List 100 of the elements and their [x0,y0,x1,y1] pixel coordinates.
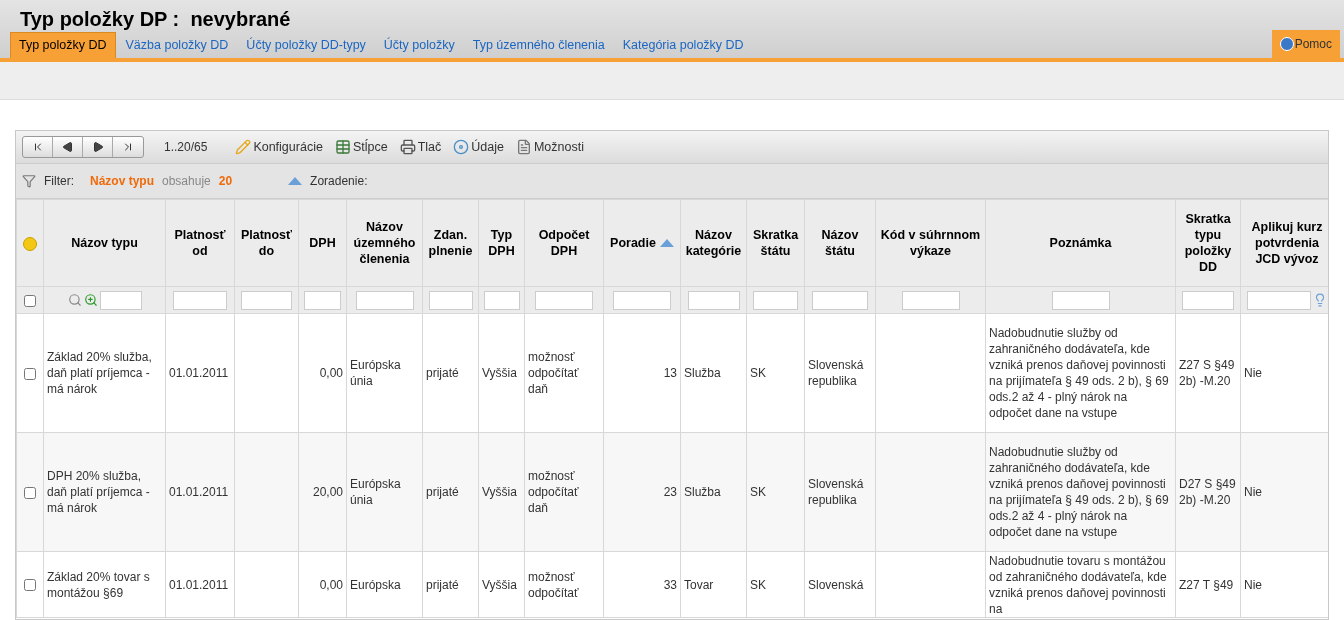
column-filter-field[interactable] [172,290,228,310]
row-checkbox[interactable] [24,486,36,499]
table-cell: 01.01.2011 [169,577,229,592]
table-cell: možnosť odpočítať daň [528,469,579,515]
last-page-icon [122,141,134,153]
column-filter-field[interactable] [901,290,960,310]
table-cell: Tovar [684,577,714,592]
row-checkbox[interactable] [24,579,36,592]
table-cell: možnosť odpočítať [528,569,579,600]
printer-icon [399,139,416,155]
filter-operator: obsahuje [162,173,211,190]
table-cell: D27 S §49 2b) -M.20 [1179,477,1236,507]
column-filter-field[interactable] [303,290,342,310]
table-cell: Služba [684,485,721,499]
column-header[interactable]: Platnosť od [165,199,235,287]
table-cell: 01.01.2011 [169,485,229,499]
table-cell: Z27 S §49 2b) -M.20 [1179,358,1235,388]
column-filter-field[interactable] [812,290,868,310]
column-filter-field[interactable] [355,290,414,310]
search-icon[interactable] [67,293,82,307]
table-cell: možnosť odpočítať daň [528,350,579,396]
table-cell: 33 [663,577,677,592]
column-filter-field[interactable] [99,290,142,310]
column-header[interactable]: Názov územného členenia [346,199,423,287]
filter-label: Filter: [44,173,74,190]
column-header[interactable]: Zdan. plnenie [422,199,479,287]
column-header[interactable]: Platnosť do [234,199,299,287]
tab[interactable]: Účty položky [375,32,463,58]
column-filter-field[interactable] [1182,290,1234,310]
table-cell: Z27 T §49 [1179,577,1234,592]
toolbar-button[interactable]: Stĺpce [334,137,388,157]
document-icon [515,139,532,155]
table-cell: Európska únia [350,358,401,388]
column-filter-field[interactable] [1247,290,1311,310]
toolbar-button[interactable]: Údaje [453,137,504,157]
table-cell: Nie [1244,366,1262,380]
table-cell: prijaté [426,366,459,380]
toolbar-button[interactable]: Tlač [399,137,442,157]
help-icon [1279,37,1294,51]
table-cell: Vyššia [482,577,517,592]
select-all-checkbox[interactable] [24,294,36,307]
table-cell: SK [750,485,766,499]
table-cell: Slovenská republika [808,477,864,507]
table-cell: 13 [663,366,677,380]
table-cell: 0,00 [319,577,343,592]
sort-label: Zoradenie: [310,173,368,190]
column-header[interactable]: DPH [298,199,347,287]
table-icon [334,139,351,155]
column-header[interactable]: Aplikuj kurz potvrdenia JCD vývoz [1240,199,1328,287]
pencil-icon [235,139,252,155]
sort-ascending-icon [659,239,674,247]
add-filter-icon[interactable] [83,293,98,307]
table-cell: Slovenská republika [808,358,864,388]
table-cell: SK [750,366,766,380]
table-cell: 23 [663,485,677,499]
table-cell: Základ 20% služba, daň platí príjemca - má nárok [47,350,152,396]
column-header[interactable]: Názov štátu [804,199,876,287]
column-filter-field[interactable] [535,290,593,310]
column-header[interactable]: Poradie [603,199,681,287]
column-filter-field[interactable] [483,290,520,310]
column-filter-field[interactable] [241,290,292,310]
help-button[interactable]: Pomoc [1271,30,1340,58]
column-filter-field[interactable] [687,290,740,310]
table-cell: Služba [684,366,721,380]
toolbar-button[interactable]: Možnosti [515,137,584,157]
page-range: 1..20/65 [164,139,208,156]
tab[interactable]: Kategória položky DD [614,32,752,58]
previous-page-icon [61,141,74,153]
column-filter-field[interactable] [428,290,473,310]
table-cell: Vyššia [482,366,517,380]
column-header[interactable]: Kód v súhrnnom výkaze [875,199,986,287]
table-cell: prijaté [426,577,459,592]
column-header[interactable]: Názov kategórie [680,199,747,287]
tab[interactable]: Typ položky DD [10,32,116,58]
next-page-icon [91,141,104,153]
column-header[interactable]: Skratka štátu [746,199,805,287]
column-header[interactable]: Typ DPH [478,199,525,287]
tab[interactable]: Typ územného členenia [464,32,613,58]
filter-icon [22,174,36,188]
column-header[interactable]: Odpočet DPH [524,199,604,287]
column-header[interactable]: Poznámka [985,199,1176,287]
row-checkbox[interactable] [24,367,36,380]
table-cell: Európska únia [350,477,401,507]
table-cell: 01.01.2011 [169,366,229,380]
table-cell: Nie [1244,577,1262,592]
table-cell: Nadobudnutie služby od zahraničného dodávateľa, kde vzniká prenos daňovej povinnosti na prijímateľa § 49 ods. 2 b), § 69 ods.2 až 4 - plný nárok na odpočet dane na vstupe [989,326,1169,420]
column-filter-field[interactable] [613,290,671,310]
table-cell: SK [750,577,766,592]
lightbulb-icon [1313,293,1327,307]
table-cell: 0,00 [319,366,343,380]
column-header[interactable]: Skratka typu položky DD [1175,199,1241,287]
column-header[interactable]: Názov typu [43,199,166,287]
toolbar-button[interactable]: Konfigurácie [235,137,323,157]
table-cell: Základ 20% tovar s montážou §69 [47,569,150,600]
table-cell: DPH 20% služba, daň platí príjemca - má nárok [47,469,150,515]
tab[interactable]: Väzba položky DD [117,32,237,58]
column-filter-field[interactable] [1051,290,1110,310]
column-filter-field[interactable] [752,290,799,310]
tab[interactable]: Účty položky DD-typy [238,32,374,58]
table-cell: prijaté [426,485,459,499]
